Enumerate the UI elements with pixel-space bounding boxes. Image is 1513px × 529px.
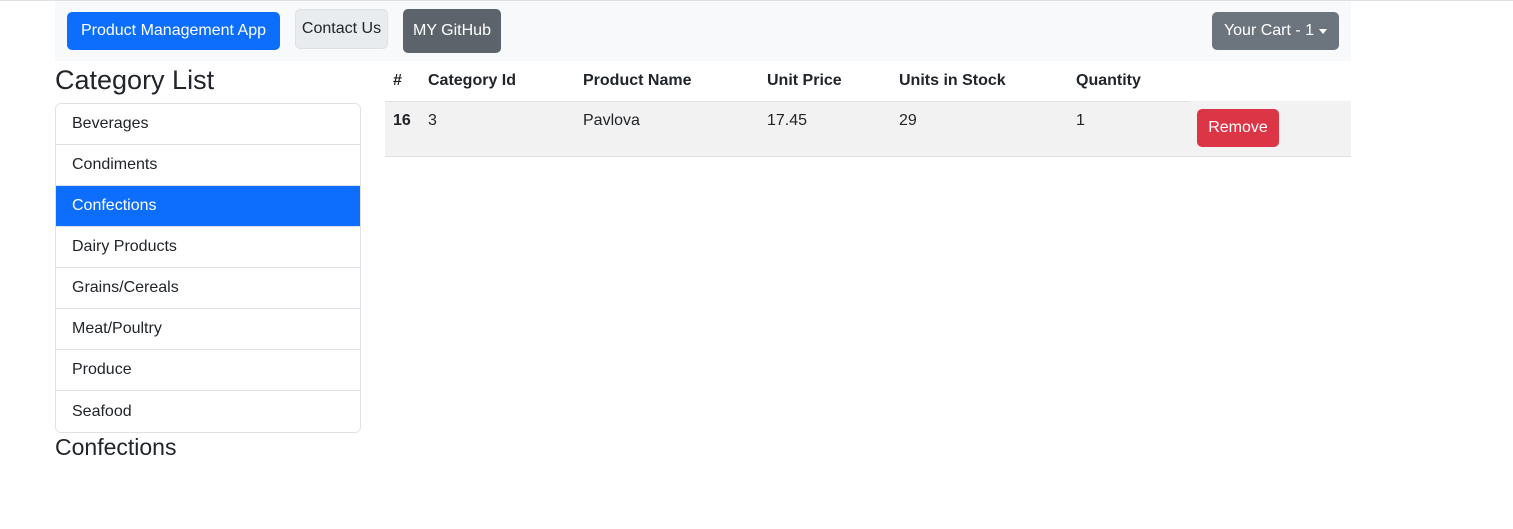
header-product-name: Product Name [575,62,759,102]
cell-product-name: Pavlova [575,101,759,157]
table-row: 16 3 Pavlova 17.45 29 1 Remove [385,101,1351,157]
header-units-in-stock: Units in Stock [891,62,1068,102]
contact-us-button[interactable]: Contact Us [295,9,388,49]
category-item-dairy-products[interactable]: Dairy Products [56,227,360,268]
app-brand-button[interactable]: Product Management App [67,12,280,50]
cell-action: Remove [1189,101,1351,157]
category-list: Beverages Condiments Confections Dairy P… [55,103,361,433]
cart-label: Your Cart - 1 [1223,22,1315,39]
caret-down-icon [1319,28,1328,34]
header-action [1189,62,1351,101]
category-item-produce[interactable]: Produce [56,350,360,391]
remove-button[interactable]: Remove [1197,109,1279,147]
cell-quantity: 1 [1068,101,1189,157]
header-quantity: Quantity [1068,62,1189,102]
category-item-confections[interactable]: Confections [56,186,360,227]
cell-unit-price: 17.45 [759,101,891,157]
cart-dropdown-button[interactable]: Your Cart - 1 [1212,12,1339,50]
header-category-id: Category Id [420,62,575,102]
cell-id: 16 [385,101,420,157]
table-header-row: # Category Id Product Name Unit Price Un… [385,62,1351,102]
github-button[interactable]: MY GitHub [403,9,501,53]
navbar: Product Management App Contact Us MY Git… [55,1,1351,61]
category-item-seafood[interactable]: Seafood [56,391,360,432]
cart-table-container: # Category Id Product Name Unit Price Un… [385,62,1351,157]
cart-table: # Category Id Product Name Unit Price Un… [385,62,1351,157]
category-item-meat-poultry[interactable]: Meat/Poultry [56,309,360,350]
header-unit-price: Unit Price [759,62,891,102]
cell-category-id: 3 [420,101,575,157]
category-list-title: Category List [55,65,215,95]
current-category-heading: Confections [55,434,177,460]
category-item-condiments[interactable]: Condiments [56,145,360,186]
header-number: # [385,62,420,102]
category-item-beverages[interactable]: Beverages [56,104,360,145]
cell-units-in-stock: 29 [891,101,1068,157]
category-item-grains-cereals[interactable]: Grains/Cereals [56,268,360,309]
